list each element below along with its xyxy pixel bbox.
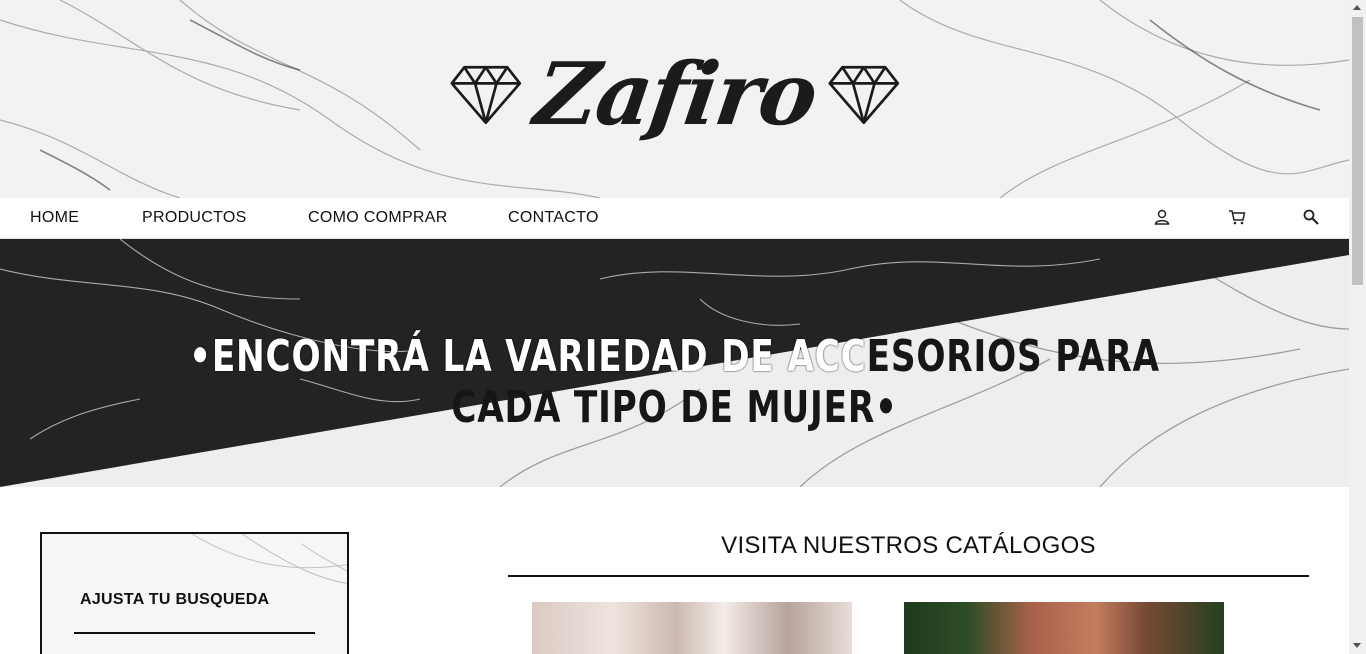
filter-title: AJUSTA TU BUSQUEDA	[80, 591, 270, 608]
nav-como-comprar[interactable]: COMO COMPRAR	[308, 209, 448, 227]
diamond-icon	[450, 65, 522, 125]
scroll-thumb[interactable]	[1352, 17, 1363, 285]
hero-banner: •ENCONTRÁ LA VARIEDAD DE ACCESORIOS PARA…	[0, 239, 1349, 487]
filter-panel: AJUSTA TU BUSQUEDA	[40, 532, 349, 654]
catalogs-title: VISITA NUESTROS CATÁLOGOS	[721, 532, 1096, 559]
search-icon[interactable]	[1302, 208, 1320, 226]
scroll-down-arrow-icon[interactable]	[1353, 643, 1361, 648]
page-scrollbar[interactable]	[1349, 0, 1366, 654]
logo-text: Zafiro	[528, 44, 822, 145]
catalog-image[interactable]	[532, 602, 852, 654]
filter-divider	[74, 632, 315, 634]
nav-contacto[interactable]: CONTACTO	[508, 209, 599, 227]
banner-headline: •ENCONTRÁ LA VARIEDAD DE ACCESORIOS PARA…	[148, 331, 1200, 433]
diamond-icon	[828, 65, 900, 125]
nav-productos[interactable]: PRODUCTOS	[142, 209, 247, 227]
brand-logo[interactable]: Zafiro	[450, 40, 900, 150]
banner-text-part-1: •ENCONTRÁ LA VARIEDAD DE ACC	[189, 331, 867, 382]
scroll-up-arrow-icon[interactable]	[1353, 5, 1361, 10]
catalog-image[interactable]	[904, 602, 1224, 654]
user-icon[interactable]	[1153, 208, 1171, 226]
header-banner: Zafiro	[0, 0, 1349, 198]
cart-icon[interactable]	[1228, 208, 1246, 226]
nav-home[interactable]: HOME	[30, 209, 79, 227]
catalogs-divider	[508, 575, 1309, 577]
main-nav: HOME PRODUCTOS COMO COMPRAR CONTACTO	[0, 198, 1349, 239]
